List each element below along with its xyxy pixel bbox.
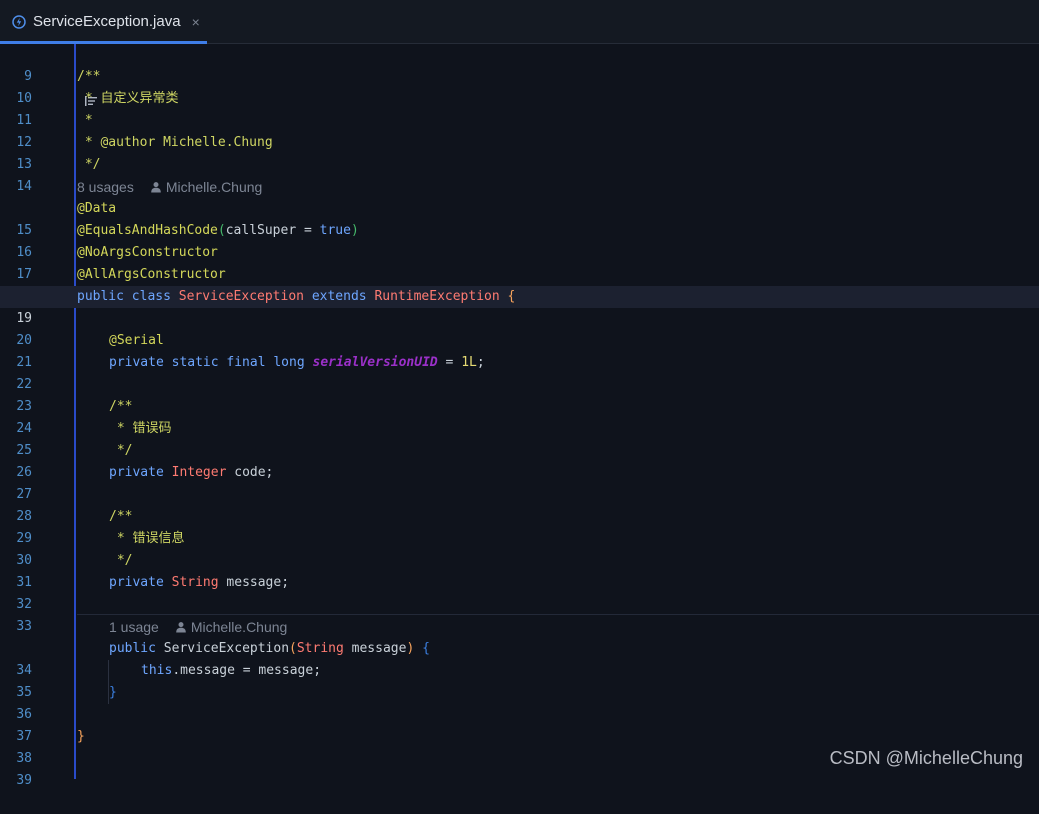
code-line-current: 19 public class ServiceException extends… [0, 286, 1039, 326]
code-line: 14 */ [0, 154, 1039, 194]
doc-comment: * [77, 113, 93, 128]
code-line: 16 @EqualsAndHashCode(callSuper = true) [0, 220, 1039, 260]
brace: } [109, 685, 117, 700]
line-number: 39 [16, 773, 32, 788]
keyword: public [109, 641, 156, 656]
code-line: 21 @Serial [0, 330, 1039, 370]
code-line: 26 */ [0, 440, 1039, 480]
parameter: message [343, 641, 407, 656]
code-line: 15 @Data [0, 198, 1039, 238]
type-name: String [171, 575, 219, 590]
keyword-true: true [319, 223, 351, 238]
annotation: @NoArgsConstructor [77, 245, 218, 260]
keyword: extends [311, 289, 367, 304]
code-line: 24 /** [0, 396, 1039, 436]
field-name: message; [226, 575, 290, 590]
brace: { [507, 289, 516, 304]
code-line: 17 @NoArgsConstructor [0, 242, 1039, 282]
semicolon: ; [476, 355, 485, 370]
author-hint[interactable]: Michelle.Chung [166, 176, 263, 198]
type-name: String [296, 641, 344, 656]
type-name: Integer [171, 465, 227, 480]
doc-comment: * 错误信息 [109, 531, 185, 546]
static-field: serialVersionUID [312, 355, 438, 370]
code-line: 25 * 错误码 [0, 418, 1039, 458]
constructor-name: ServiceException [163, 641, 290, 656]
paren: ( [217, 223, 226, 238]
operator: = [437, 355, 462, 370]
code-line: 30 * 错误信息 [0, 528, 1039, 568]
code-line: 29 /** [0, 506, 1039, 546]
code-line: 9 [0, 44, 1039, 84]
close-icon[interactable]: × [192, 14, 200, 30]
user-icon [175, 621, 187, 633]
code-line: 13 * @author Michelle.Chung [0, 132, 1039, 172]
superclass-name: RuntimeException [374, 289, 500, 304]
code-line: 27 private Integer code; [0, 462, 1039, 502]
editor-tab-bar: ServiceException.java × [0, 0, 1039, 44]
paren: ) [406, 641, 415, 656]
code-line: 35 this.message = message; [0, 660, 1039, 700]
doc-comment: * 错误码 [109, 421, 172, 436]
code-line: 20 [0, 308, 1039, 348]
toggle-rendered-view-icon[interactable] [38, 71, 97, 106]
annotation: @Data [77, 201, 117, 216]
doc-comment: /** [109, 399, 133, 414]
inlay-hint[interactable]: 1 usage Michelle.Chung [0, 616, 1039, 638]
paren: ( [289, 641, 297, 656]
usages-hint[interactable]: 8 usages [77, 176, 134, 198]
keyword: private [109, 575, 164, 590]
code-line: 22 private static final long serialVersi… [0, 352, 1039, 392]
code-line: 36 } [0, 682, 1039, 722]
code-line: 38 } [0, 726, 1039, 766]
doc-comment: */ [77, 157, 101, 172]
keyword: class [131, 289, 171, 304]
code-line: 34 public ServiceException(String messag… [0, 638, 1039, 678]
keyword: public [77, 289, 124, 304]
doc-comment: /** [109, 509, 133, 524]
annotation: @AllArgsConstructor [77, 267, 226, 282]
annotation: @Serial [109, 333, 164, 348]
code-line: 32 private String message; [0, 572, 1039, 612]
code-line: 23 [0, 374, 1039, 414]
java-exception-file-icon [12, 14, 26, 29]
usages-hint[interactable]: 1 usage [109, 616, 159, 638]
user-icon [150, 181, 162, 193]
code-line: 10 /** [0, 66, 1039, 106]
assignment: .message = message; [172, 663, 322, 678]
code-line: 11 * 自定义异常类 [0, 88, 1039, 128]
annotation-arg: callSuper = [225, 223, 320, 238]
class-name: ServiceException [178, 289, 304, 304]
tab-title: ServiceException.java [33, 13, 181, 30]
keyword: private [109, 465, 164, 480]
brace: { [422, 641, 430, 656]
watermark: CSDN @MichelleChung [829, 748, 1023, 768]
code-line: 18 @AllArgsConstructor [0, 264, 1039, 304]
author-hint[interactable]: Michelle.Chung [191, 616, 288, 638]
code-line: 33 [0, 594, 1039, 634]
tab-service-exception[interactable]: ServiceException.java × [0, 0, 207, 44]
field-name: code; [234, 465, 274, 480]
code-line: 12 * [0, 110, 1039, 150]
code-editor[interactable]: 9 10 /** 11 * 自定义异常类 12 * 13 * @author M… [0, 44, 1039, 788]
doc-comment: * @author Michelle.Chung [77, 135, 273, 150]
paren: ) [350, 223, 359, 238]
code-line: 28 [0, 484, 1039, 524]
number-literal: 1L [461, 355, 477, 370]
method-separator [77, 614, 1039, 615]
inlay-hint[interactable]: 8 usages Michelle.Chung [0, 176, 1039, 198]
brace: } [77, 729, 85, 744]
doc-comment: */ [109, 443, 133, 458]
code-line: 37 [0, 704, 1039, 744]
doc-comment: * 自定义异常类 [77, 91, 179, 106]
annotation: @EqualsAndHashCode [77, 223, 218, 238]
doc-comment: */ [109, 553, 133, 568]
keyword: this [141, 663, 173, 678]
keyword: private static final long [109, 355, 305, 370]
doc-comment: /** [77, 69, 101, 84]
code-line: 31 */ [0, 550, 1039, 590]
